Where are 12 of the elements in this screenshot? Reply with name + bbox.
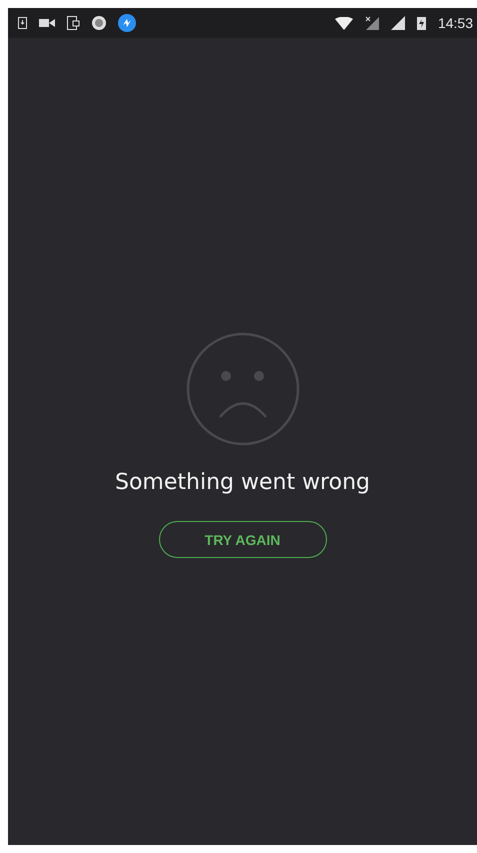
video-camera-icon (39, 18, 55, 28)
sad-face-icon (186, 332, 300, 446)
wifi-icon (334, 16, 353, 30)
try-again-button[interactable]: TRY AGAIN (158, 521, 326, 558)
clock-time: 14:53 (438, 15, 473, 31)
error-message: Something went wrong (115, 470, 370, 495)
signal-icon (390, 16, 405, 30)
phone-lock-icon (67, 16, 80, 30)
no-signal-icon (364, 16, 379, 30)
record-icon (92, 16, 106, 30)
phone-download-icon (18, 17, 27, 29)
battery-charging-icon (416, 16, 426, 30)
